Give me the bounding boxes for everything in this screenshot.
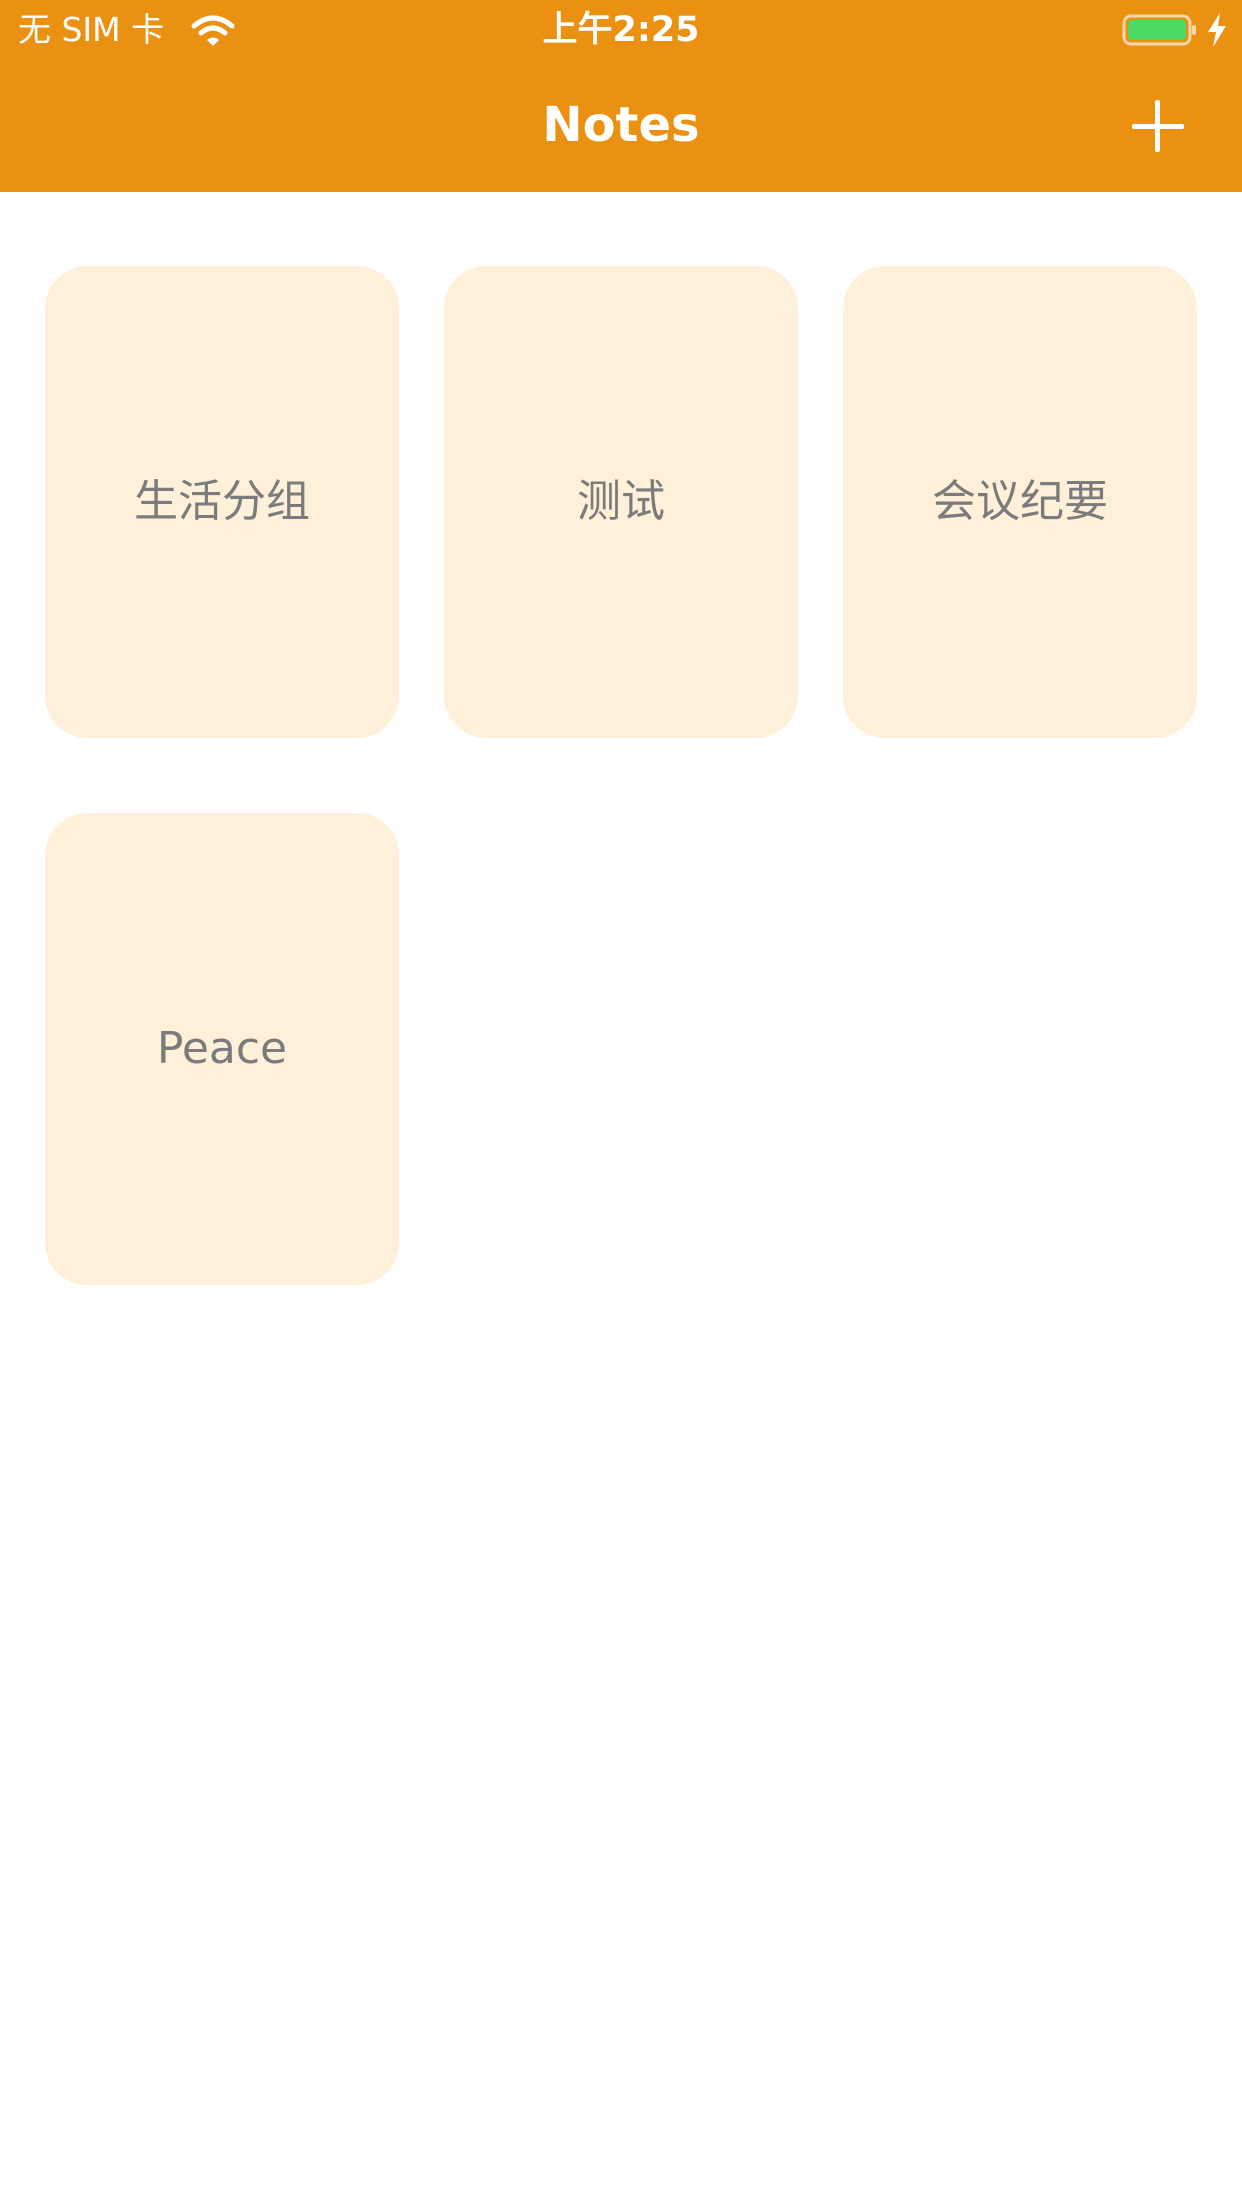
carrier-label: 无 SIM 卡 [18,10,165,49]
navigation-header: 无 SIM 卡 上午2:25 Notes [0,0,1242,192]
battery-charging-icon [1122,14,1196,46]
group-card[interactable]: 测试 [444,266,798,738]
group-card-label: 测试 [577,476,665,527]
group-card-label: 会议纪要 [932,476,1108,527]
group-card-label: Peace [156,1023,288,1074]
page-title: Notes [542,97,700,153]
group-card[interactable]: Peace [45,813,399,1285]
wifi-icon [191,15,235,46]
group-card-label: 生活分组 [134,476,310,527]
group-card[interactable]: 会议纪要 [843,266,1197,738]
status-time: 上午2:25 [542,10,700,50]
group-card[interactable]: 生活分组 [45,266,399,738]
status-bar: 无 SIM 卡 上午2:25 [0,0,1242,60]
lightning-bolt-icon [1208,13,1226,47]
add-note-group-button[interactable] [1120,88,1196,164]
